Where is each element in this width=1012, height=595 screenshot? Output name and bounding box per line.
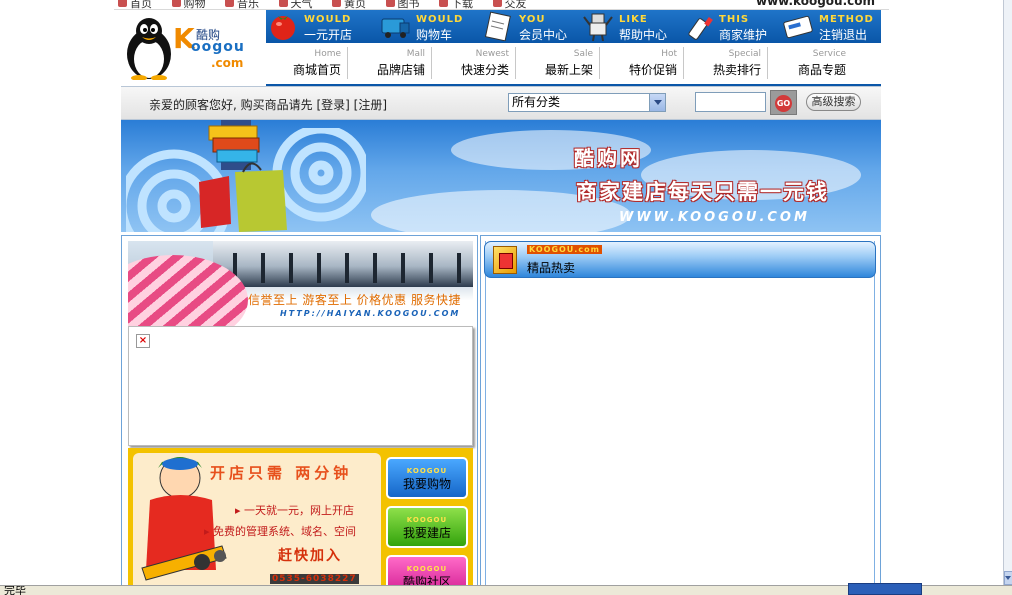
status-text: 完毕: [4, 585, 26, 595]
link-icon: [278, 0, 288, 7]
shopper-with-bags-image: [199, 120, 287, 232]
outer-link[interactable]: 天气: [278, 0, 313, 9]
outer-link[interactable]: 交友: [492, 0, 527, 9]
go-button[interactable]: GO: [770, 90, 797, 115]
outer-domain: www.koogou.com: [756, 0, 875, 8]
link-icon: [225, 0, 234, 7]
right-column: KOOGOU.com 精品热卖: [480, 235, 881, 595]
hot-header-brand: KOOGOU.com: [527, 245, 602, 254]
open-store-button[interactable]: KOOGOU 我要建店: [386, 506, 468, 548]
hot-products-header: KOOGOU.com 精品热卖: [484, 241, 876, 278]
sub-nav-bar: Home 商城首页 Mall 品牌店铺 Newest 快速分类 Sale 最新上架 Ho…: [266, 43, 881, 86]
link-icon: [171, 0, 181, 7]
vertical-scrollbar[interactable]: [1003, 0, 1012, 585]
hot-header-title: 精品热卖: [527, 261, 576, 275]
outer-link[interactable]: 黄页: [332, 0, 366, 9]
outer-top-links: 首页 购物 音乐 天气 黄页 图书 下载 交友: [118, 0, 543, 9]
ticket-icon: [783, 15, 813, 39]
outer-link[interactable]: 下载: [439, 0, 473, 9]
gift-box-icon: [493, 246, 517, 274]
ad-phone: 0535-6038227: [270, 574, 359, 584]
clipboard-icon: [484, 11, 511, 41]
robot-icon: [583, 13, 613, 41]
ad-line-1: 一天就一元，网上开店: [235, 502, 354, 518]
nav-merchant-maintenance[interactable]: THIS 商家维护: [681, 10, 781, 43]
search-input[interactable]: [695, 92, 766, 112]
nav-open-shop[interactable]: WOULD 一元开店: [266, 10, 366, 43]
banner-site-name: 酷购网: [574, 146, 643, 170]
tomato-icon: [271, 16, 295, 40]
outer-link[interactable]: 图书: [385, 0, 420, 9]
welcome-text: 亲爱的顾客您好, 购买商品请先 [登录] [注册]: [149, 98, 388, 112]
outer-top-nav: 首页 购物 音乐 天气 黄页 图书 下载 交友 www.koogou.com: [114, 0, 889, 10]
left-column: 信誉至上 游客至上 价格优惠 服务快捷 HTTP://HAIYAN.KOOGOU…: [121, 235, 478, 595]
banner-url: WWW.KOOGOU.COM: [619, 210, 810, 225]
outer-link[interactable]: 音乐: [225, 0, 259, 9]
site-logo[interactable]: K 酷购 oogou .com: [121, 10, 266, 86]
nav-member-center[interactable]: YOU 会员中心: [481, 10, 581, 43]
subnav-newest[interactable]: Newest 快速分类: [438, 47, 516, 79]
taskbar-widget[interactable]: [848, 583, 922, 595]
promo-banner[interactable]: 信誉至上 游客至上 价格优惠 服务快捷 HTTP://HAIYAN.KOOGOU…: [128, 241, 473, 326]
pier-fence-image: [213, 241, 473, 287]
subnav-special[interactable]: Special 热卖排行: [690, 47, 768, 79]
go-icon: GO: [775, 95, 792, 112]
subnav-hot[interactable]: Hot 特价促销: [606, 47, 684, 79]
chevron-down-icon[interactable]: [649, 94, 665, 111]
register-link[interactable]: [注册]: [354, 98, 387, 112]
subnav-mall[interactable]: Mall 品牌店铺: [354, 47, 432, 79]
link-icon: [492, 0, 502, 7]
go-shopping-button[interactable]: KOOGOU 我要购物: [386, 457, 468, 499]
nav-cart[interactable]: WOULD 购物车: [378, 10, 478, 43]
top-nav-bar: WOULD 一元开店 WOULD 购物车 YOU 会员中心 LIKE 帮助中心 …: [266, 10, 881, 43]
subnav-service[interactable]: Service 商品专题: [774, 47, 852, 79]
category-select[interactable]: 所有分类: [508, 93, 666, 112]
outer-link[interactable]: 购物: [171, 0, 206, 9]
site-header: K 酷购 oogou .com WOULD 一元开店 WOULD 购物车 YOU…: [121, 10, 881, 86]
scroll-down-icon[interactable]: [1004, 571, 1012, 585]
broken-image-icon: ×: [136, 334, 150, 348]
glue-icon: [688, 17, 713, 40]
hot-products-panel: [485, 241, 875, 595]
search-bar: 亲爱的顾客您好, 购买商品请先 [登录] [注册] 所有分类 GO 高级搜索: [121, 86, 881, 120]
subnav-sale[interactable]: Sale 最新上架: [522, 47, 600, 79]
ad-headline: 开店只需 两分钟: [210, 464, 353, 482]
outer-link[interactable]: 首页: [118, 0, 152, 9]
login-link[interactable]: [登录]: [316, 98, 349, 112]
logo-com: .com: [211, 56, 244, 70]
banner-tagline: 商家建店每天只需一元钱: [576, 179, 829, 204]
site-frame: K 酷购 oogou .com WOULD 一元开店 WOULD 购物车 YOU…: [121, 10, 881, 595]
image-placeholder-box: ×: [128, 326, 473, 446]
main-banner[interactable]: 酷购网 商家建店每天只需一元钱 WWW.KOOGOU.COM: [121, 120, 881, 232]
subnav-home[interactable]: Home 商城首页: [270, 47, 348, 79]
link-icon: [118, 0, 127, 7]
promo-slogan: 信誉至上 游客至上 价格优惠 服务快捷: [248, 293, 461, 307]
ad-join-text: 赶快加入: [278, 548, 342, 564]
promo-url: HTTP://HAIYAN.KOOGOU.COM: [280, 309, 461, 318]
advanced-search-button[interactable]: 高级搜索: [806, 93, 861, 111]
nav-help-center[interactable]: LIKE 帮助中心: [581, 10, 681, 43]
nav-logout[interactable]: METHOD 注销退出: [781, 10, 881, 43]
penguin-mascot-icon: [127, 18, 171, 80]
ad-line-2: 免费的管理系统、域名、空间: [204, 523, 356, 539]
open-shop-ad: 开店只需 两分钟 一天就一元，网上开店 免费的管理系统、域名、空间 赶快加入 0…: [128, 448, 473, 595]
cart-truck-icon: [381, 18, 410, 38]
link-icon: [332, 0, 341, 7]
link-icon: [439, 0, 448, 7]
logo-wordmark: oogou: [191, 39, 245, 55]
link-icon: [385, 0, 395, 7]
